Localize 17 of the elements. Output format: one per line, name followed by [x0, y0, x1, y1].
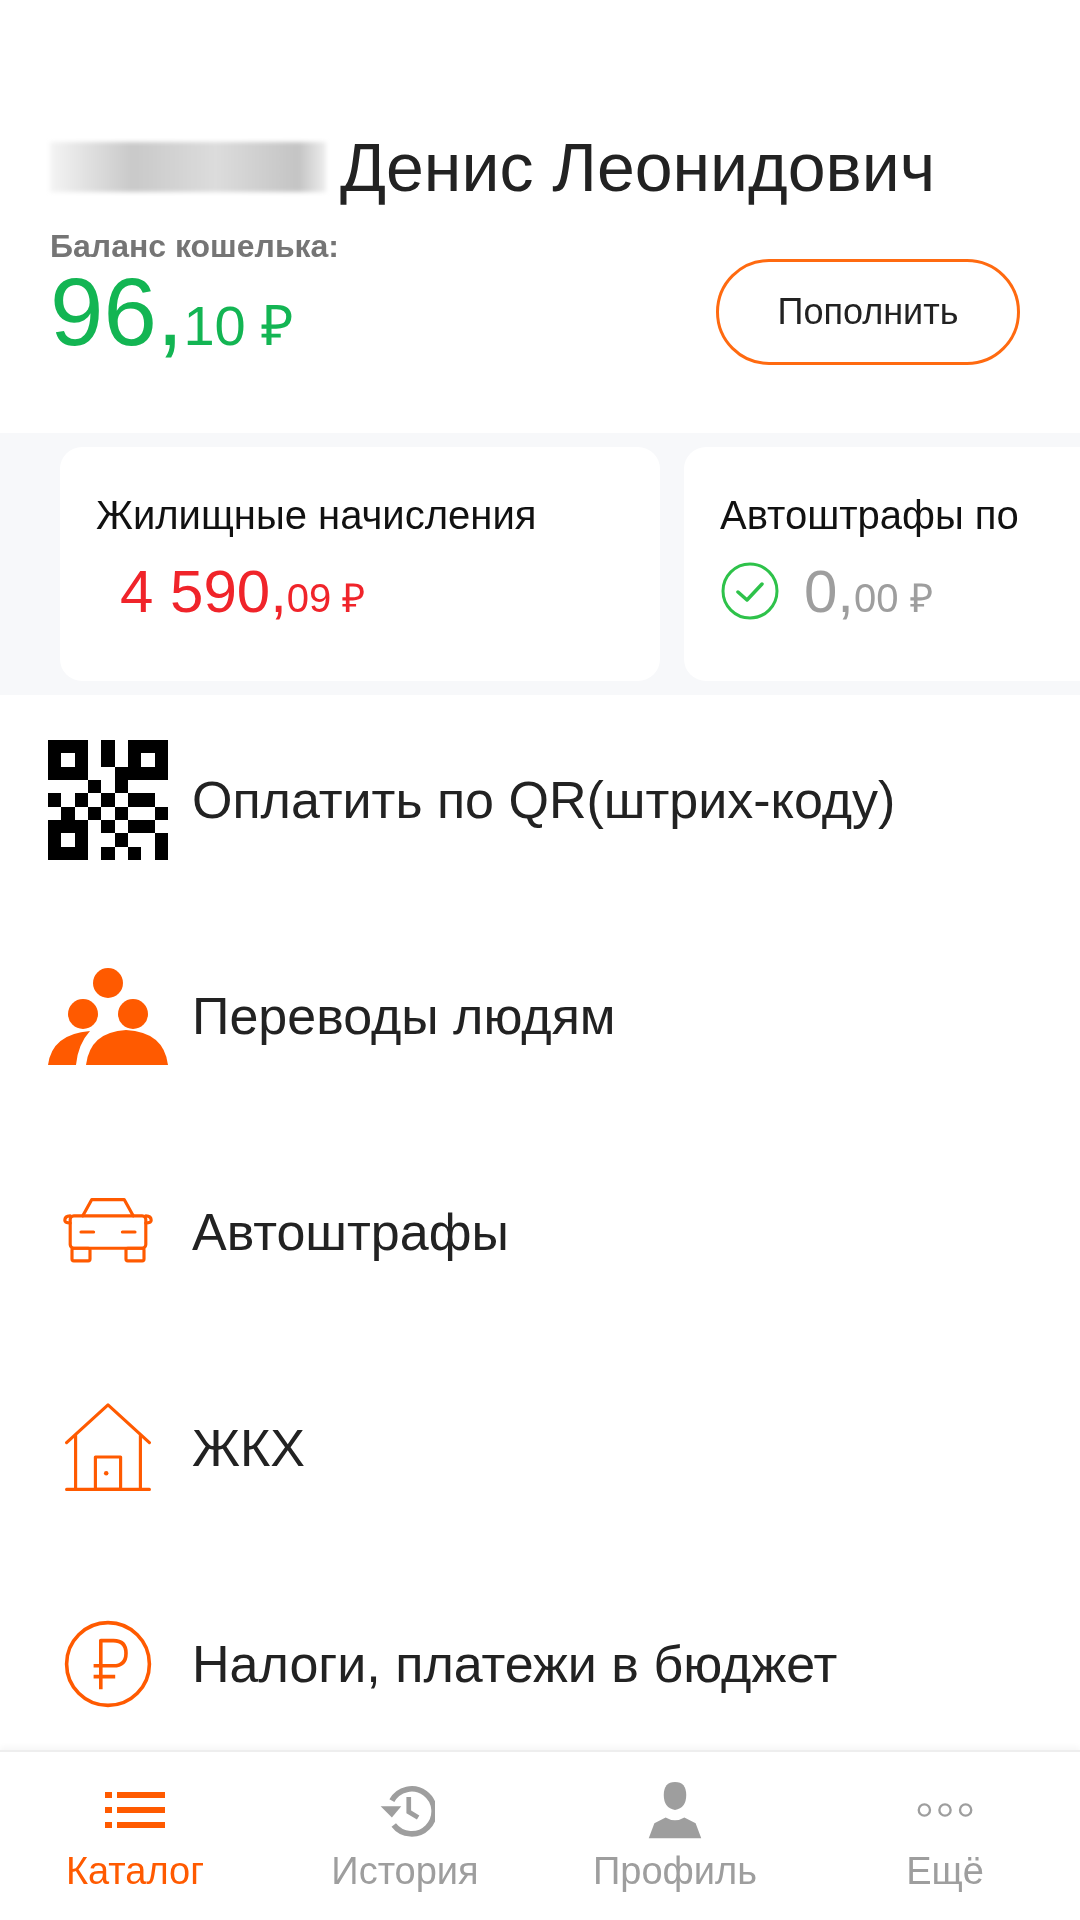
menu-item[interactable]: Переводы людям — [0, 951, 1080, 1081]
top-up-button[interactable]: Пополнить — [716, 259, 1020, 365]
card-title: Автоштрафы по — [720, 493, 1020, 538]
qr-code-icon — [48, 740, 168, 860]
account-card[interactable]: Автоштрафы по 0,00 ₽ — [684, 447, 1080, 681]
menu-item[interactable]: ЖКХ — [0, 1383, 1080, 1513]
ruble-coin-icon — [63, 1619, 153, 1709]
card-title: Жилищные начисления — [96, 493, 538, 538]
user-name: Денис Леонидович — [340, 128, 936, 206]
account-card[interactable]: Жилищные начисления 4 590,09 ₽ — [60, 447, 660, 681]
card-amount: 0,00 ₽ — [804, 556, 933, 626]
menu-item[interactable]: Оплатить по QR(штрих-коду) — [0, 735, 1080, 865]
menu-item[interactable]: Автоштрафы — [0, 1167, 1080, 1297]
menu-item[interactable]: Налоги, платежи в бюджет — [0, 1599, 1080, 1729]
check-circle-icon — [720, 561, 780, 621]
house-icon — [63, 1403, 153, 1493]
card-amount: 4 590,09 ₽ — [120, 556, 366, 626]
